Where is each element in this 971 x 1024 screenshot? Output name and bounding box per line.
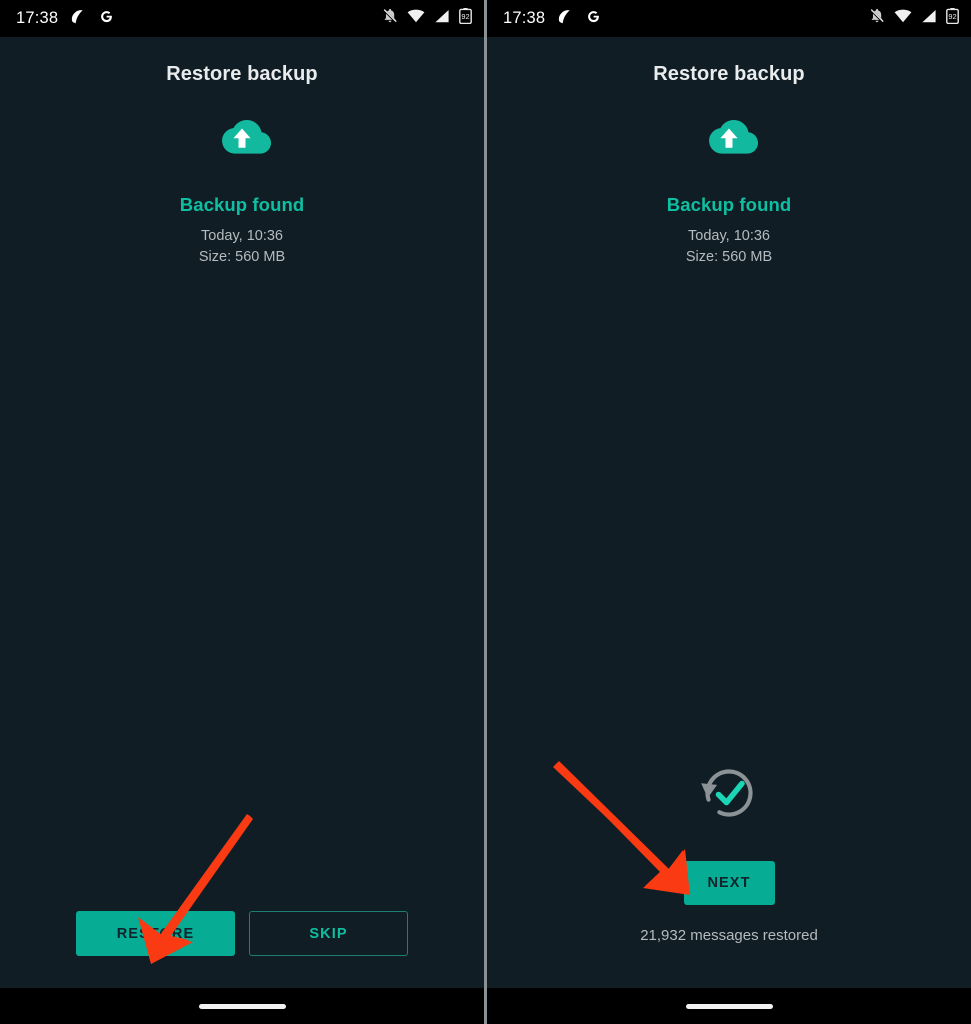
skip-button[interactable]: SKIP bbox=[249, 911, 408, 956]
google-g-icon bbox=[585, 8, 602, 30]
notifications-muted-icon bbox=[382, 8, 398, 29]
status-bar-clock-right: 17:38 bbox=[503, 9, 546, 27]
screen-right: 17:38 92 Restore backup Backup found Tod… bbox=[487, 0, 971, 1024]
cellular-signal-icon bbox=[434, 9, 450, 28]
backup-meta-right: Today, 10:36 Size: 560 MB bbox=[487, 226, 971, 268]
page-title-right: Restore backup bbox=[653, 63, 805, 85]
google-g-icon bbox=[98, 8, 115, 30]
gesture-home-pill-left[interactable] bbox=[198, 1003, 286, 1009]
backup-date-right: Today, 10:36 bbox=[688, 228, 770, 244]
status-bar-left: 17:38 92 bbox=[0, 0, 484, 37]
backup-found-label-right: Backup found bbox=[666, 194, 792, 215]
annotation-arrow-left bbox=[138, 814, 253, 964]
gesture-home-pill-right[interactable] bbox=[685, 1003, 773, 1009]
backup-found-label-left: Backup found bbox=[179, 194, 305, 215]
screen-left: 17:38 92 Restore backup Backup found Tod… bbox=[0, 0, 484, 1024]
dual-screenshot-comparison: 17:38 92 Restore backup Backup found Tod… bbox=[0, 0, 971, 1024]
battery-icon: 92 bbox=[946, 8, 959, 29]
cloud-upload-icon bbox=[210, 112, 274, 165]
next-button[interactable]: NEXT bbox=[683, 861, 775, 905]
backup-size-left: Size: 560 MB bbox=[198, 249, 286, 265]
restore-check-circle-icon bbox=[692, 756, 766, 835]
screen-right-content: Restore backup Backup found Today, 10:36… bbox=[487, 37, 971, 988]
restore-complete-block: NEXT 21,932 messages restored bbox=[487, 756, 971, 944]
restore-button[interactable]: RESTORE bbox=[76, 911, 235, 956]
cloud-upload-icon-wrapper bbox=[0, 112, 484, 165]
battery-level-text: 92 bbox=[461, 12, 469, 21]
cloud-upload-icon-wrapper-right bbox=[487, 112, 971, 165]
cellular-signal-icon bbox=[921, 9, 937, 28]
screen-left-content: Restore backup Backup found Today, 10:36… bbox=[0, 37, 484, 988]
page-title-left: Restore backup bbox=[166, 63, 318, 85]
status-bar-right-right-group: 92 bbox=[869, 8, 959, 29]
action-button-row: RESTORE SKIP bbox=[0, 911, 484, 956]
app-glyph-icon bbox=[69, 7, 87, 30]
status-bar-left-group: 17:38 bbox=[16, 7, 115, 30]
status-bar-right-group: 92 bbox=[382, 8, 472, 29]
wifi-icon bbox=[894, 9, 912, 28]
cloud-upload-icon bbox=[697, 112, 761, 165]
app-glyph-icon bbox=[556, 7, 574, 30]
navigation-bar-right bbox=[487, 988, 971, 1024]
status-bar-clock: 17:38 bbox=[16, 9, 59, 27]
notifications-muted-icon bbox=[869, 8, 885, 29]
navigation-bar-left bbox=[0, 988, 484, 1024]
status-bar-right-left-group: 17:38 bbox=[503, 7, 602, 30]
backup-meta-left: Today, 10:36 Size: 560 MB bbox=[0, 226, 484, 268]
battery-icon: 92 bbox=[459, 8, 472, 29]
backup-date-left: Today, 10:36 bbox=[201, 228, 283, 244]
battery-level-text: 92 bbox=[948, 12, 956, 21]
backup-size-right: Size: 560 MB bbox=[685, 249, 773, 265]
wifi-icon bbox=[407, 9, 425, 28]
restored-messages-count: 21,932 messages restored bbox=[640, 927, 818, 944]
status-bar-right: 17:38 92 bbox=[487, 0, 971, 37]
